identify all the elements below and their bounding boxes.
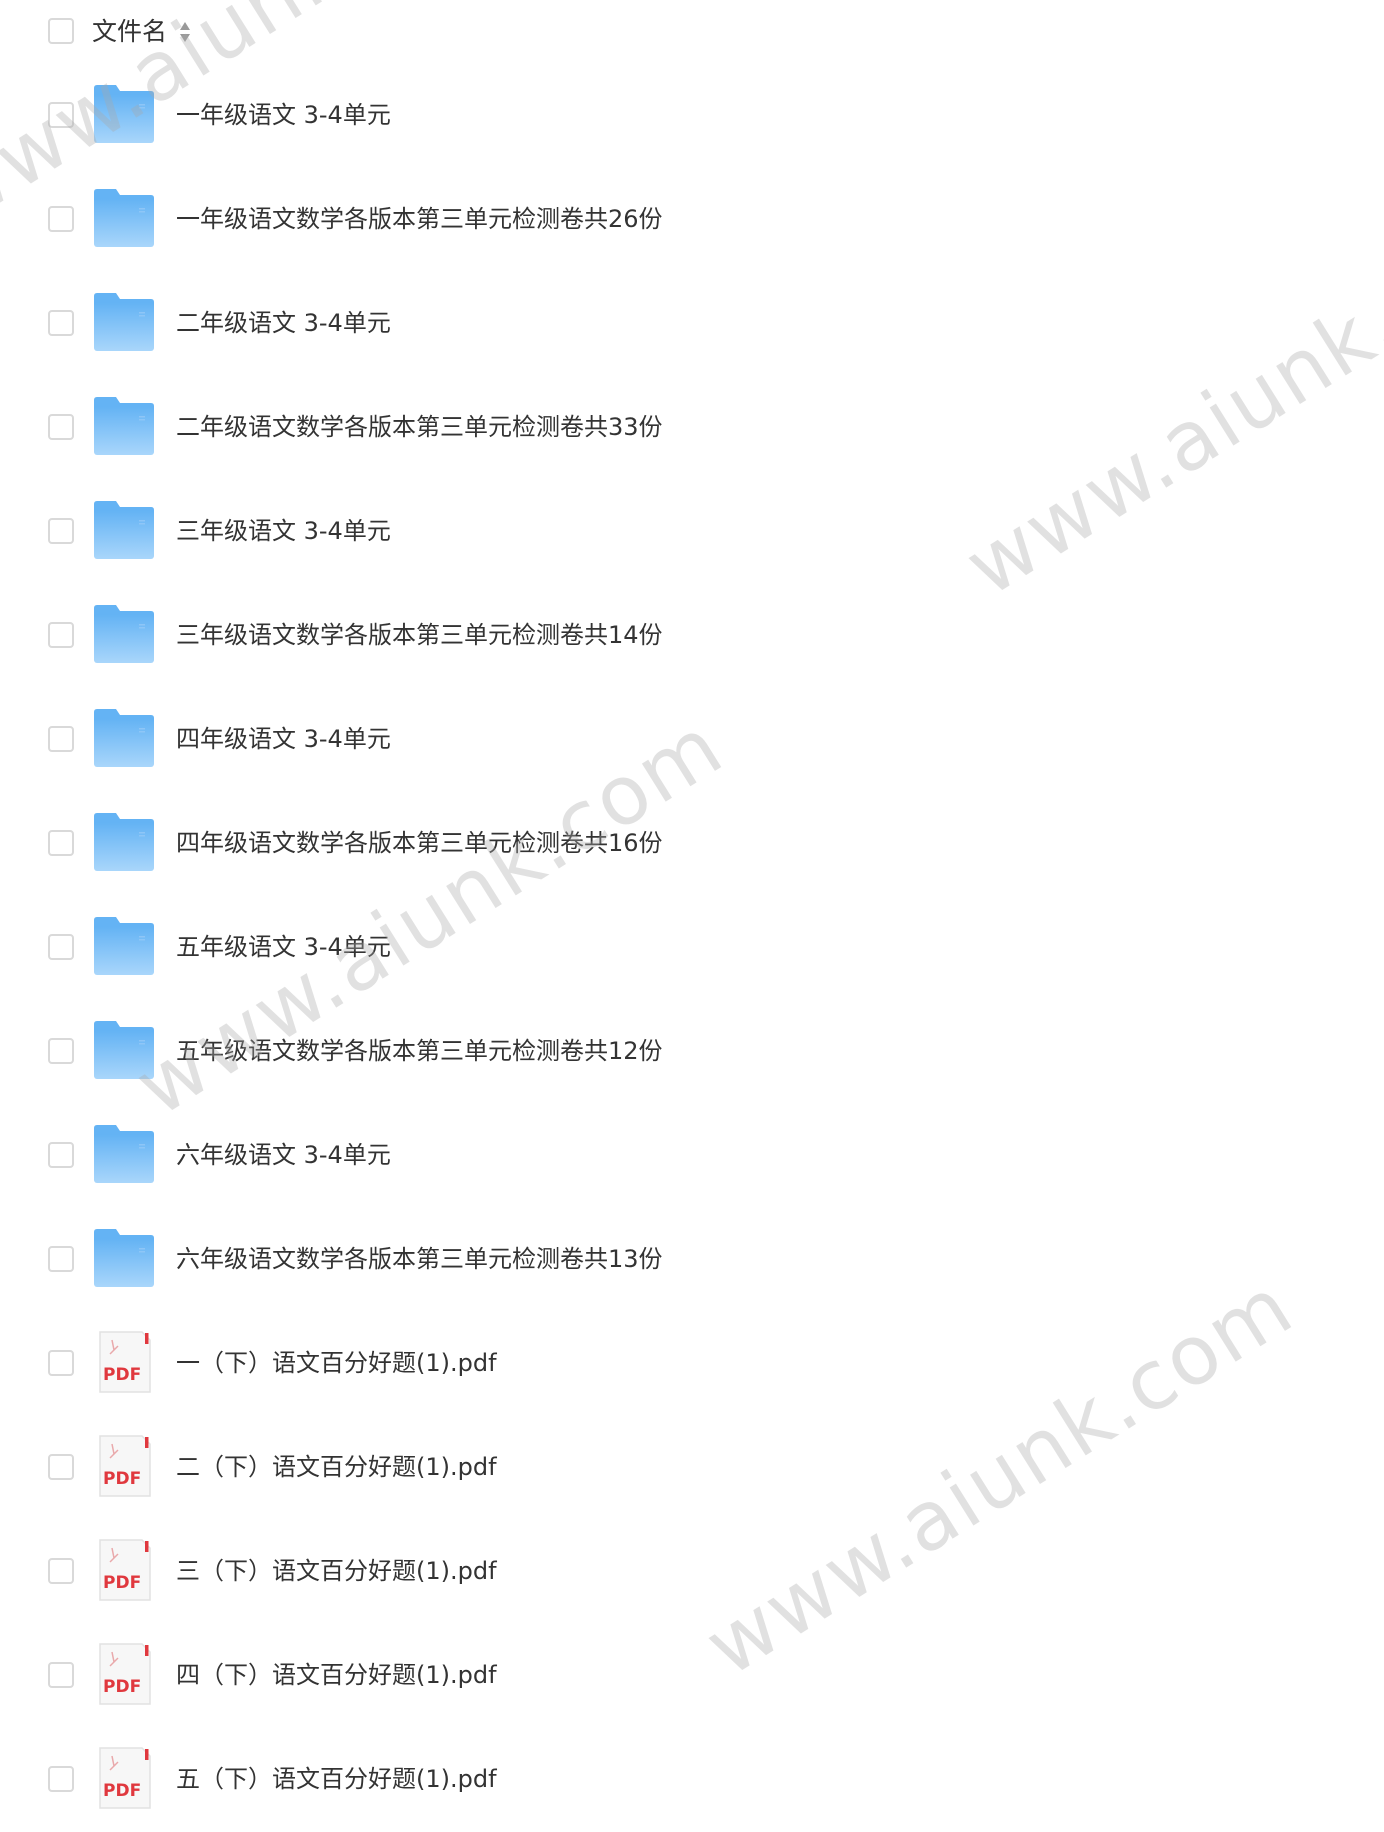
file-row-folder[interactable]: 四年级语文 3-4单元 [0,688,1384,792]
row-checkbox[interactable] [48,1558,74,1584]
folder-icon[interactable] [92,706,156,770]
folder-icon[interactable] [92,1122,156,1186]
row-checkbox[interactable] [48,206,74,232]
file-name[interactable]: 一年级语文 3-4单元 [176,96,391,134]
svg-text:PDF: PDF [103,1469,141,1489]
file-name[interactable]: 三（下）语文百分好题(1).pdf [176,1552,497,1590]
file-row-folder[interactable]: 六年级语文数学各版本第三单元检测卷共13份 [0,1208,1384,1312]
row-checkbox[interactable] [48,1350,74,1376]
file-row-folder[interactable]: 四年级语文数学各版本第三单元检测卷共16份 [0,792,1384,896]
file-row-folder[interactable]: 三年级语文数学各版本第三单元检测卷共14份 [0,584,1384,688]
file-row-folder[interactable]: 五年级语文 3-4单元 [0,896,1384,1000]
file-row-folder[interactable]: 三年级语文 3-4单元 [0,480,1384,584]
file-row-folder[interactable]: 二年级语文数学各版本第三单元检测卷共33份 [0,376,1384,480]
pdf-file-icon[interactable]: PDF [92,1538,156,1602]
file-name[interactable]: 四年级语文数学各版本第三单元检测卷共16份 [176,824,663,862]
svg-text:PDF: PDF [103,1573,141,1593]
file-name[interactable]: 一年级语文数学各版本第三单元检测卷共26份 [176,200,663,238]
file-name[interactable]: 二年级语文 3-4单元 [176,304,391,342]
folder-icon[interactable] [92,1226,156,1290]
row-checkbox[interactable] [48,1142,74,1168]
filename-column-header[interactable]: 文件名 [92,14,167,50]
sort-icon[interactable] [178,19,192,45]
select-all-checkbox[interactable] [48,18,74,44]
file-list-header: 文件名 [0,0,1384,64]
row-checkbox[interactable] [48,518,74,544]
file-name[interactable]: 四年级语文 3-4单元 [176,720,391,758]
folder-icon[interactable] [92,810,156,874]
row-checkbox[interactable] [48,934,74,960]
file-name[interactable]: 四（下）语文百分好题(1).pdf [176,1656,497,1694]
file-row-pdf[interactable]: PDF 二（下）语文百分好题(1).pdf [0,1416,1384,1520]
file-name[interactable]: 三年级语文数学各版本第三单元检测卷共14份 [176,616,663,654]
file-name[interactable]: 五年级语文数学各版本第三单元检测卷共12份 [176,1032,663,1070]
file-row-folder[interactable]: 一年级语文 3-4单元 [0,64,1384,168]
row-checkbox[interactable] [48,830,74,856]
row-checkbox[interactable] [48,414,74,440]
folder-icon[interactable] [92,914,156,978]
file-name[interactable]: 一（下）语文百分好题(1).pdf [176,1344,497,1382]
folder-icon[interactable] [92,394,156,458]
folder-icon[interactable] [92,498,156,562]
pdf-file-icon[interactable]: PDF [92,1746,156,1810]
pdf-file-icon[interactable]: PDF [92,1330,156,1394]
file-row-pdf[interactable]: PDF 四（下）语文百分好题(1).pdf [0,1624,1384,1728]
file-row-pdf[interactable]: PDF 一（下）语文百分好题(1).pdf [0,1312,1384,1416]
file-row-folder[interactable]: 六年级语文 3-4单元 [0,1104,1384,1208]
file-row-folder[interactable]: 二年级语文 3-4单元 [0,272,1384,376]
file-name[interactable]: 六年级语文数学各版本第三单元检测卷共13份 [176,1240,663,1278]
file-row-folder[interactable]: 一年级语文数学各版本第三单元检测卷共26份 [0,168,1384,272]
row-checkbox[interactable] [48,1038,74,1064]
row-checkbox[interactable] [48,310,74,336]
svg-text:PDF: PDF [103,1677,141,1697]
file-row-pdf[interactable]: PDF 五（下）语文百分好题(1).pdf [0,1728,1384,1832]
file-row-pdf[interactable]: PDF 三（下）语文百分好题(1).pdf [0,1520,1384,1624]
row-checkbox[interactable] [48,102,74,128]
file-name[interactable]: 二（下）语文百分好题(1).pdf [176,1448,497,1486]
pdf-file-icon[interactable]: PDF [92,1434,156,1498]
row-checkbox[interactable] [48,1662,74,1688]
row-checkbox[interactable] [48,1766,74,1792]
folder-icon[interactable] [92,602,156,666]
row-checkbox[interactable] [48,622,74,648]
file-row-folder[interactable]: 五年级语文数学各版本第三单元检测卷共12份 [0,1000,1384,1104]
svg-text:PDF: PDF [103,1781,141,1801]
row-checkbox[interactable] [48,726,74,752]
pdf-file-icon[interactable]: PDF [92,1642,156,1706]
svg-text:PDF: PDF [103,1365,141,1385]
folder-icon[interactable] [92,82,156,146]
row-checkbox[interactable] [48,1454,74,1480]
folder-icon[interactable] [92,186,156,250]
file-name[interactable]: 三年级语文 3-4单元 [176,512,391,550]
file-name[interactable]: 五（下）语文百分好题(1).pdf [176,1760,497,1798]
file-name[interactable]: 五年级语文 3-4单元 [176,928,391,966]
row-checkbox[interactable] [48,1246,74,1272]
file-name[interactable]: 二年级语文数学各版本第三单元检测卷共33份 [176,408,663,446]
file-name[interactable]: 六年级语文 3-4单元 [176,1136,391,1174]
folder-icon[interactable] [92,1018,156,1082]
folder-icon[interactable] [92,290,156,354]
